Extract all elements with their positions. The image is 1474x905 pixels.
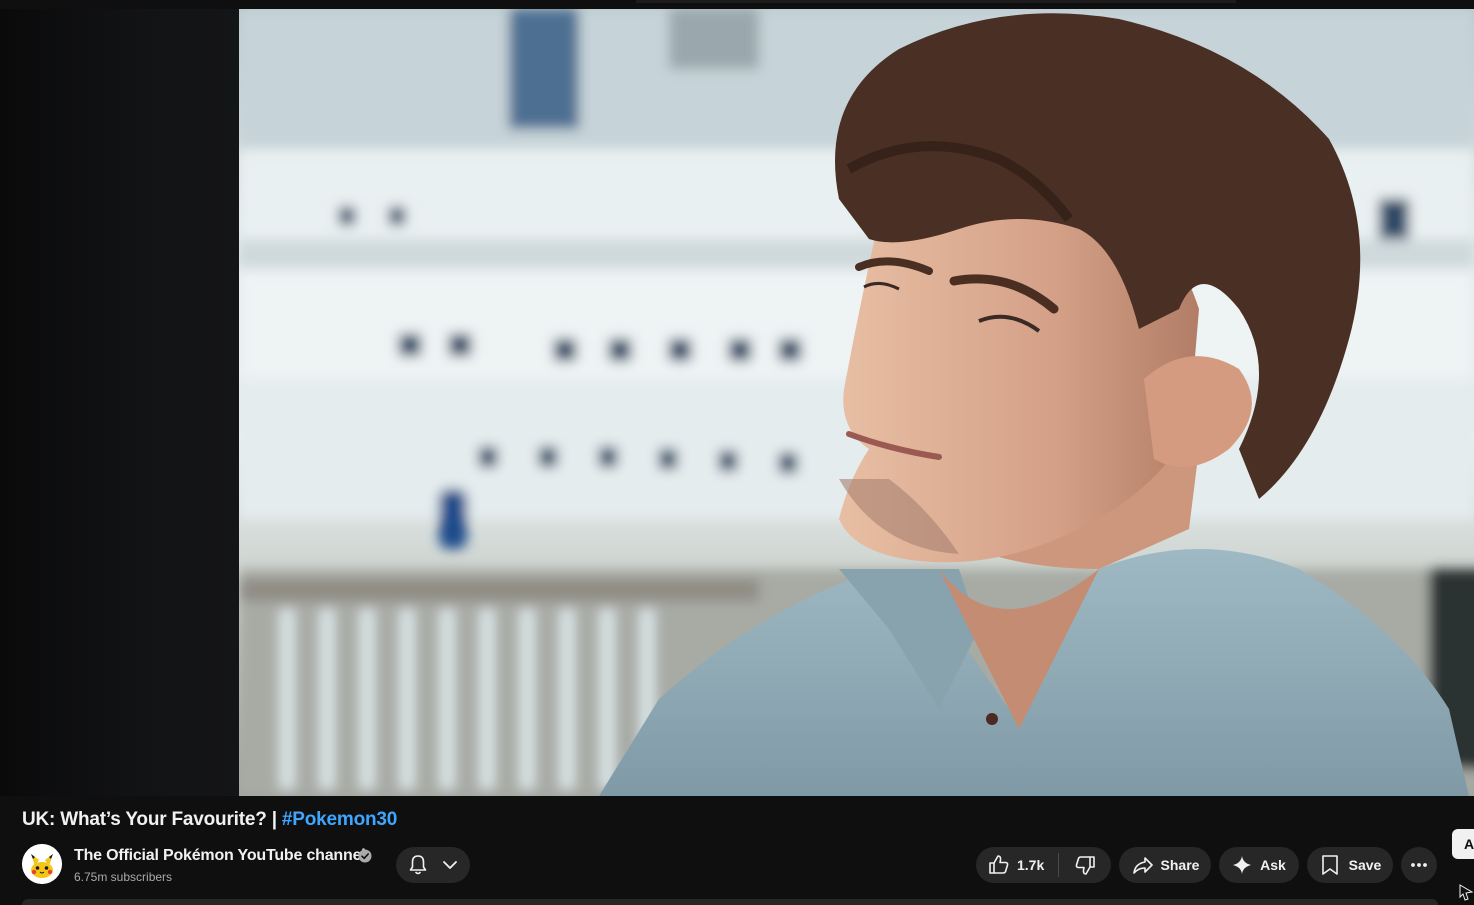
video-info-section: UK: What’s Your Favourite? | #Pokemon30 …	[0, 796, 1474, 905]
sparkle-icon	[1233, 856, 1252, 874]
save-button[interactable]: Save	[1307, 847, 1393, 883]
like-button[interactable]: 1.7k	[976, 847, 1058, 883]
share-label: Share	[1160, 857, 1200, 873]
subscription-bell-button[interactable]	[396, 847, 470, 883]
video-title-text: UK: What’s Your Favourite? |	[22, 809, 282, 830]
like-count: 1.7k	[1017, 857, 1045, 873]
video-title: UK: What’s Your Favourite? | #Pokemon30	[22, 809, 397, 831]
like-dislike-group: 1.7k	[976, 847, 1111, 883]
top-bar	[0, 0, 1474, 9]
ask-button[interactable]: Ask	[1219, 847, 1299, 883]
share-button[interactable]: Share	[1119, 847, 1211, 883]
channel-name-link[interactable]: The Official Pokémon YouTube channel	[74, 847, 366, 865]
more-actions-button[interactable]	[1401, 847, 1437, 883]
verified-check-icon	[358, 849, 372, 863]
video-player[interactable]	[0, 9, 1474, 796]
video-frame[interactable]	[239, 9, 1474, 796]
thumbs-up-icon	[989, 855, 1009, 874]
chevron-down-icon	[443, 861, 457, 869]
top-progress-strip	[636, 0, 1236, 3]
subscriber-count: 6.75m subscribers	[74, 870, 173, 884]
channel-avatar[interactable]	[22, 844, 62, 884]
save-label: Save	[1348, 857, 1382, 873]
cursor-icon	[1459, 884, 1474, 901]
share-arrow-icon	[1132, 857, 1153, 874]
video-scene	[239, 9, 1474, 796]
pikachu-avatar-icon	[22, 844, 62, 884]
pillarbox-left	[0, 9, 239, 796]
bell-icon	[409, 855, 427, 875]
thumbs-down-icon	[1075, 856, 1095, 875]
bookmark-icon	[1321, 855, 1338, 875]
description-box-edge[interactable]	[22, 899, 1438, 905]
side-panel-chip[interactable]: A	[1452, 829, 1474, 859]
dislike-button[interactable]	[1059, 847, 1111, 883]
ask-label: Ask	[1260, 857, 1286, 873]
more-horizontal-icon	[1411, 863, 1427, 867]
hashtag-link[interactable]: #Pokemon30	[282, 809, 397, 830]
